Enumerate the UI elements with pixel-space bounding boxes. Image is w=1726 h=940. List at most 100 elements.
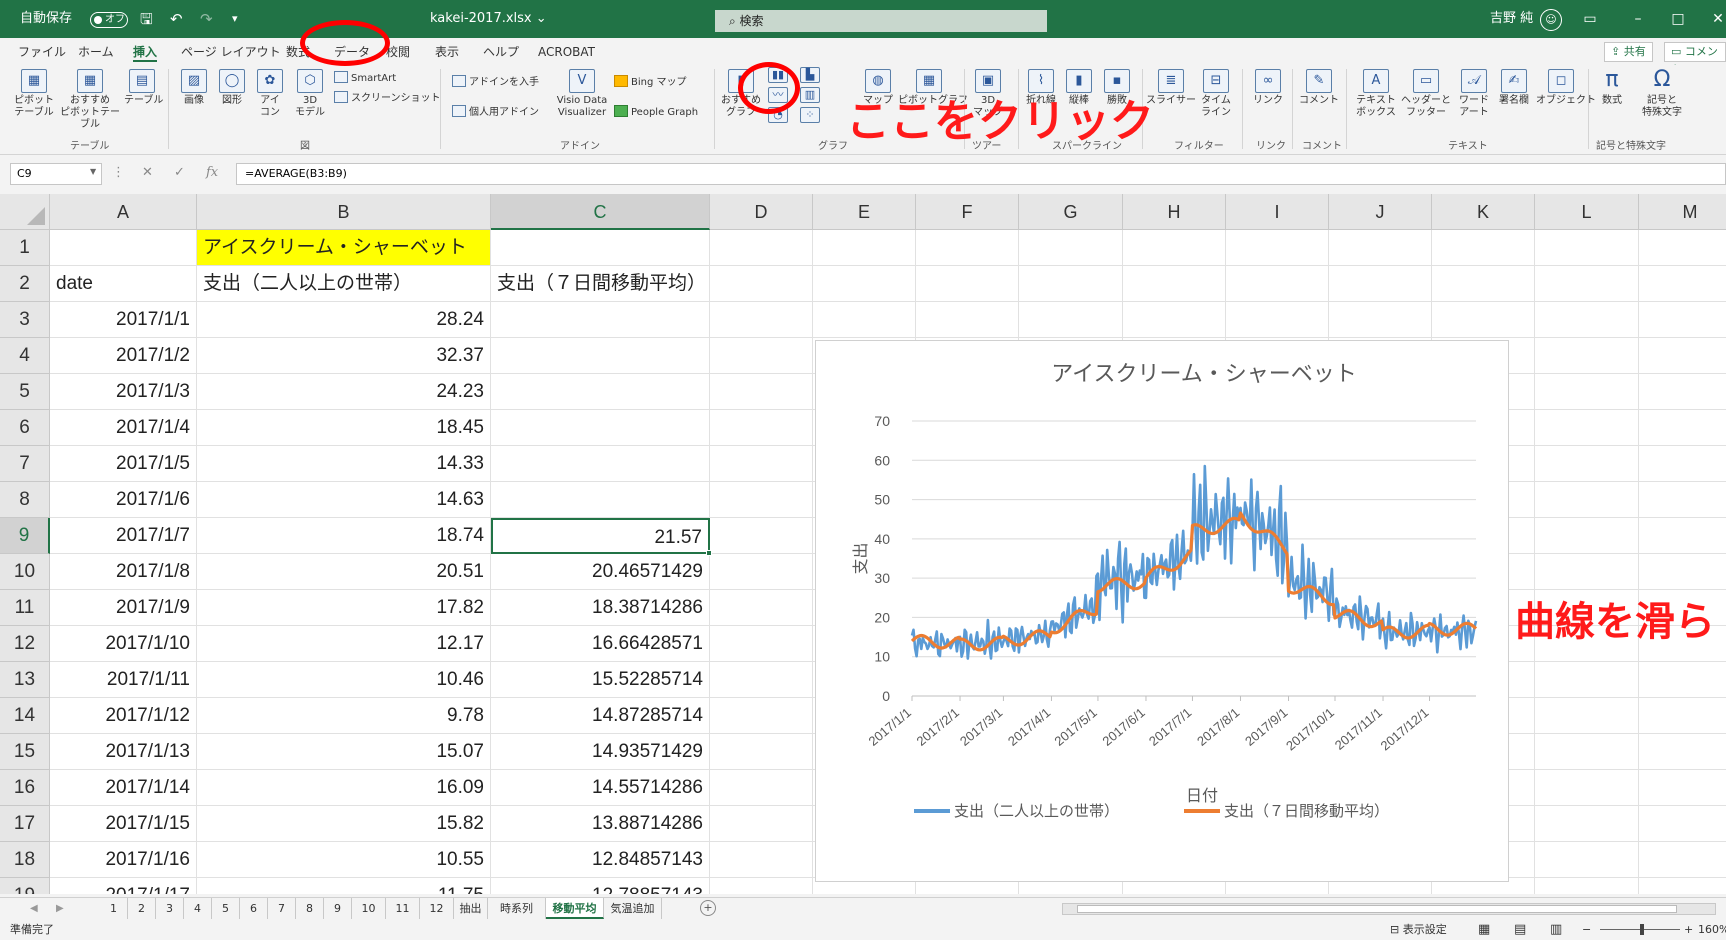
shapes-button[interactable]: ◯ 図形 — [216, 69, 248, 107]
cell-a4[interactable]: 2017/1/2 — [50, 338, 197, 374]
personal-addins-button[interactable]: 個人用アドイン — [452, 105, 539, 120]
sheet-tab[interactable]: 7 — [268, 898, 296, 919]
cell-b6[interactable]: 18.45 — [197, 410, 491, 446]
empty-cell[interactable] — [1535, 302, 1639, 338]
empty-cell[interactable] — [1535, 554, 1639, 590]
next-sheet-icon[interactable]: ▶ — [56, 898, 64, 919]
table-button[interactable]: ▤ テーブル — [124, 69, 163, 107]
cell-b16[interactable]: 16.09 — [197, 770, 491, 806]
cell-b17[interactable]: 15.82 — [197, 806, 491, 842]
cell-b3[interactable]: 28.24 — [197, 302, 491, 338]
empty-cell[interactable] — [916, 230, 1019, 266]
sheet-tab[interactable]: 11 — [386, 898, 420, 919]
empty-cell[interactable] — [1535, 698, 1639, 734]
row-header[interactable]: 14 — [0, 698, 50, 734]
cell-a5[interactable]: 2017/1/3 — [50, 374, 197, 410]
scatter-chart-button[interactable]: ⁘ — [796, 107, 824, 125]
cell-b5[interactable]: 24.23 — [197, 374, 491, 410]
ribbon-tab[interactable]: ホーム — [78, 42, 114, 62]
normal-view-icon[interactable]: ▦ — [1478, 919, 1490, 940]
column-header[interactable]: B — [197, 194, 491, 230]
empty-cell[interactable] — [1639, 446, 1726, 482]
empty-cell[interactable] — [1535, 770, 1639, 806]
sheet-tab[interactable]: 1 — [100, 898, 128, 919]
empty-cell[interactable] — [1123, 230, 1226, 266]
empty-cell[interactable] — [1535, 518, 1639, 554]
empty-cell[interactable] — [1535, 482, 1639, 518]
empty-cell[interactable] — [1535, 878, 1639, 894]
empty-cell[interactable] — [710, 806, 813, 842]
empty-cell[interactable] — [710, 554, 813, 590]
user-name[interactable]: 吉野 純 — [1490, 0, 1533, 38]
ribbon-tab[interactable]: 表示 — [435, 42, 459, 62]
empty-cell[interactable] — [710, 770, 813, 806]
empty-cell[interactable] — [1123, 266, 1226, 302]
empty-cell[interactable] — [1432, 230, 1535, 266]
enter-icon[interactable]: ✓ — [174, 165, 185, 180]
column-header[interactable]: A — [50, 194, 197, 230]
cell-a18[interactable]: 2017/1/16 — [50, 842, 197, 878]
cell-c15[interactable]: 14.93571429 — [491, 734, 710, 770]
row-header[interactable]: 11 — [0, 590, 50, 626]
column-header[interactable]: I — [1226, 194, 1329, 230]
empty-cell[interactable] — [1432, 266, 1535, 302]
row-header[interactable]: 4 — [0, 338, 50, 374]
cell-c4[interactable] — [491, 338, 710, 374]
empty-cell[interactable] — [813, 230, 916, 266]
empty-cell[interactable] — [1535, 806, 1639, 842]
empty-cell[interactable] — [1432, 302, 1535, 338]
people-graph-button[interactable]: People Graph — [614, 105, 698, 120]
empty-cell[interactable] — [710, 338, 813, 374]
comments-button[interactable]: ▭ コメント — [1664, 42, 1726, 76]
smartart-button[interactable]: SmartArt — [334, 71, 396, 86]
column-header[interactable]: C — [491, 194, 710, 230]
screenshot-button[interactable]: スクリーンショット — [334, 91, 441, 106]
cell-c8[interactable] — [491, 482, 710, 518]
sheet-tab[interactable]: 12 — [420, 898, 454, 919]
empty-cell[interactable] — [710, 302, 813, 338]
row-header[interactable]: 13 — [0, 662, 50, 698]
undo-icon[interactable]: ↶ — [170, 0, 183, 38]
minimize-icon[interactable]: – — [1618, 0, 1658, 38]
empty-cell[interactable] — [916, 266, 1019, 302]
empty-cell[interactable] — [1535, 842, 1639, 878]
empty-cell[interactable] — [1639, 554, 1726, 590]
cell-c13[interactable]: 15.52285714 — [491, 662, 710, 698]
sheet-tab[interactable]: 9 — [324, 898, 352, 919]
cell-c9[interactable]: 21.57 — [491, 518, 710, 554]
sheet-tab[interactable]: 8 — [296, 898, 324, 919]
empty-cell[interactable] — [1639, 338, 1726, 374]
redo-icon[interactable]: ↷ — [200, 0, 213, 38]
zoom-in-icon[interactable]: + — [1684, 919, 1693, 940]
cell-c6[interactable] — [491, 410, 710, 446]
cell-b13[interactable]: 10.46 — [197, 662, 491, 698]
cell-b10[interactable]: 20.51 — [197, 554, 491, 590]
empty-cell[interactable] — [1535, 662, 1639, 698]
empty-cell[interactable] — [710, 410, 813, 446]
cell-b9[interactable]: 18.74 — [197, 518, 491, 554]
cell-b12[interactable]: 12.17 — [197, 626, 491, 662]
row-header[interactable]: 3 — [0, 302, 50, 338]
scrollbar-thumb[interactable] — [1077, 905, 1677, 913]
header-footer-button[interactable]: ▭ ヘッダーと フッター — [1400, 69, 1452, 119]
row-header[interactable]: 5 — [0, 374, 50, 410]
cell-c7[interactable] — [491, 446, 710, 482]
avatar-icon[interactable]: ☺ — [1540, 9, 1562, 31]
empty-cell[interactable] — [1639, 518, 1726, 554]
comment-insert-button[interactable]: ✎ コメント — [1298, 69, 1340, 107]
image-button[interactable]: ▨ 画像 — [178, 69, 210, 107]
empty-cell[interactable] — [1639, 230, 1726, 266]
ribbon-display-icon[interactable]: ▭ — [1570, 0, 1610, 38]
function-icon[interactable]: fx — [206, 165, 218, 180]
cell-c1[interactable] — [491, 230, 710, 266]
cell-b4[interactable]: 32.37 — [197, 338, 491, 374]
empty-cell[interactable] — [1535, 338, 1639, 374]
empty-cell[interactable] — [710, 482, 813, 518]
empty-cell[interactable] — [1639, 302, 1726, 338]
visio-button[interactable]: V Visio Data Visualizer — [552, 69, 612, 119]
ribbon-tab[interactable]: ページ レイアウト — [181, 42, 281, 62]
fill-handle[interactable] — [706, 550, 712, 556]
formula-input[interactable]: =AVERAGE(B3:B9) — [236, 163, 1726, 185]
empty-cell[interactable] — [1226, 230, 1329, 266]
cell-b14[interactable]: 9.78 — [197, 698, 491, 734]
